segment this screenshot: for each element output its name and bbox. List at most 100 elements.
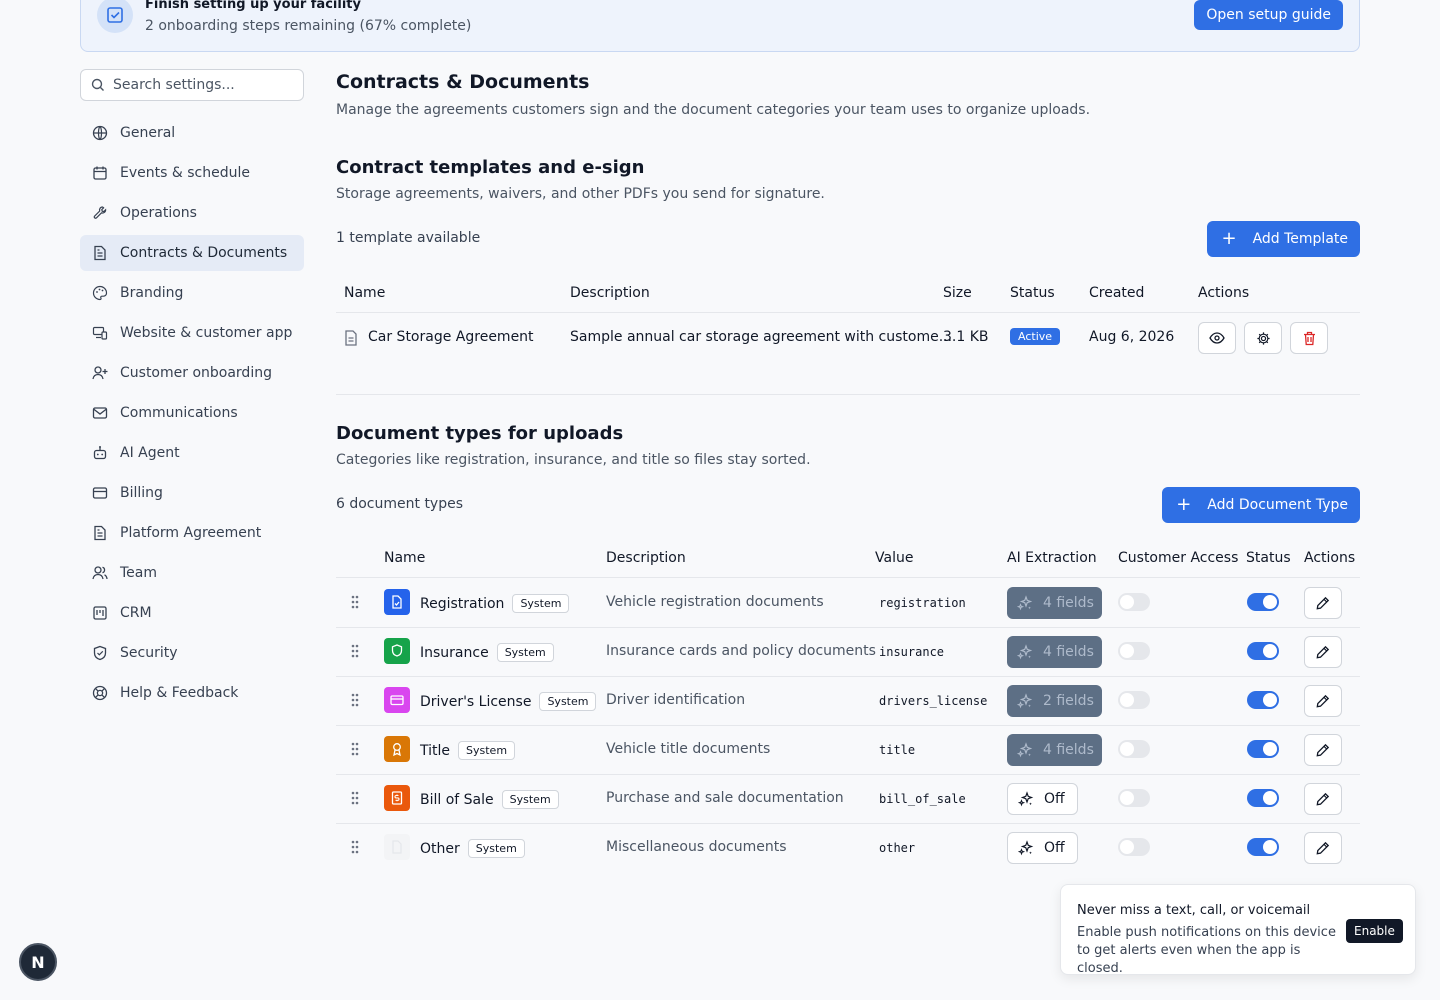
doc-type-value: drivers_license <box>879 694 988 708</box>
pencil-icon <box>1316 645 1330 659</box>
customer-access-toggle[interactable] <box>1118 838 1150 856</box>
sidebar-item-platform-agreement[interactable]: Platform Agreement <box>80 515 304 551</box>
drag-handle-icon[interactable] <box>350 692 360 708</box>
doc-types-table-header: Name Description Value AI Extraction Cus… <box>336 538 1360 578</box>
table-row[interactable]: Bill of Sale System Purchase and sale docu… <box>336 775 1360 824</box>
system-badge: System <box>501 790 559 809</box>
sidebar-item-label: Help & Feedback <box>120 685 239 701</box>
open-setup-guide-button[interactable]: Open setup guide <box>1194 0 1343 30</box>
search-input[interactable] <box>113 77 293 93</box>
edit-other-button[interactable] <box>1304 832 1342 864</box>
sidebar-item-help-and-feedback[interactable]: Help & Feedback <box>80 675 304 711</box>
templates-table-header: Name Description Size Status Created Act… <box>336 273 1360 313</box>
customer-access-toggle[interactable] <box>1118 642 1150 660</box>
table-row[interactable]: Car Storage Agreement Sample annual car … <box>336 313 1360 363</box>
sidebar-item-events-and-schedule[interactable]: Events & schedule <box>80 155 304 191</box>
sidebar-item-security[interactable]: Security <box>80 635 304 671</box>
drag-handle-icon[interactable] <box>350 839 360 855</box>
status-toggle[interactable] <box>1247 838 1279 856</box>
edit-insurance-button[interactable] <box>1304 636 1342 668</box>
table-row[interactable]: Other System Miscellaneous documents other O… <box>336 824 1360 873</box>
edit-drivers-license-button[interactable] <box>1304 685 1342 717</box>
sparkles-icon <box>1018 791 1034 807</box>
doc-type-label: Other <box>420 841 460 857</box>
customer-access-toggle[interactable] <box>1118 691 1150 709</box>
toggle-knob <box>1263 595 1277 609</box>
doc-type-description: Vehicle registration documents <box>606 594 824 610</box>
customer-access-toggle[interactable] <box>1118 593 1150 611</box>
status-toggle[interactable] <box>1247 691 1279 709</box>
system-badge: System <box>512 594 570 613</box>
customer-access-toggle[interactable] <box>1118 789 1150 807</box>
doc-type-value: registration <box>879 596 966 610</box>
column-header: Size <box>943 285 972 301</box>
sparkles-icon <box>1017 595 1033 611</box>
drag-handle-icon[interactable] <box>350 790 360 806</box>
add-document-type-button[interactable]: + Add Document Type <box>1162 487 1360 523</box>
sidebar-item-label: AI Agent <box>120 445 180 461</box>
ai-extraction-button[interactable]: Off <box>1007 832 1078 864</box>
sparkles-icon <box>1017 693 1033 709</box>
pencil-icon <box>1316 694 1330 708</box>
edit-bill-of-sale-button[interactable] <box>1304 783 1342 815</box>
ai-extraction-button[interactable]: 4 fields <box>1007 587 1102 619</box>
sparkles-icon <box>1018 840 1034 856</box>
edit-title-button[interactable] <box>1304 734 1342 766</box>
users-icon <box>92 565 108 581</box>
status-toggle[interactable] <box>1247 740 1279 758</box>
sidebar-item-communications[interactable]: Communications <box>80 395 304 431</box>
lifebuoy-icon <box>92 685 108 701</box>
table-row[interactable]: Registration System Vehicle registration d… <box>336 579 1360 628</box>
status-toggle[interactable] <box>1247 593 1279 611</box>
column-header: Actions <box>1198 285 1250 301</box>
status-badge: Active <box>1010 328 1061 345</box>
drag-handle-icon[interactable] <box>350 594 360 610</box>
mail-icon <box>92 405 108 421</box>
sidebar-item-billing[interactable]: Billing <box>80 475 304 511</box>
wrench-icon <box>92 205 108 221</box>
avatar[interactable]: N <box>19 943 57 981</box>
column-header: Actions <box>1304 550 1356 566</box>
template-settings-button[interactable] <box>1244 322 1282 354</box>
sidebar-item-team[interactable]: Team <box>80 555 304 591</box>
search-icon <box>91 78 105 92</box>
status-toggle[interactable] <box>1247 789 1279 807</box>
column-header: Status <box>1010 285 1055 301</box>
doc-type-name: Registration System <box>420 594 570 613</box>
customer-access-toggle[interactable] <box>1118 740 1150 758</box>
table-row[interactable]: Title System Vehicle title documents title 4… <box>336 726 1360 775</box>
push-notification-toast: Never miss a text, call, or voicemail En… <box>1060 884 1416 976</box>
ai-extraction-button[interactable]: 2 fields <box>1007 685 1102 717</box>
sidebar-item-ai-agent[interactable]: AI Agent <box>80 435 304 471</box>
column-header: Description <box>606 550 686 566</box>
sidebar-item-contracts-and-documents[interactable]: Contracts & Documents <box>80 235 304 271</box>
sidebar-item-branding[interactable]: Branding <box>80 275 304 311</box>
sidebar-item-label: Team <box>120 565 158 581</box>
templates-title: Contract templates and e-sign <box>336 157 645 178</box>
drag-handle-icon[interactable] <box>350 643 360 659</box>
toggle-knob <box>1263 791 1277 805</box>
status-toggle[interactable] <box>1247 642 1279 660</box>
sidebar-item-label: Platform Agreement <box>120 525 262 541</box>
ai-extraction-button[interactable]: 4 fields <box>1007 636 1102 668</box>
enable-notifications-button[interactable]: Enable <box>1346 919 1403 943</box>
preview-button[interactable] <box>1198 322 1236 354</box>
sidebar-item-general[interactable]: General <box>80 115 304 151</box>
ai-extraction-button[interactable]: Off <box>1007 783 1078 815</box>
delete-template-button[interactable] <box>1290 322 1328 354</box>
sidebar-item-website-and-customer-app[interactable]: Website & customer app <box>80 315 304 351</box>
page-subtitle: Manage the agreements customers sign and… <box>336 102 1091 118</box>
edit-registration-button[interactable] <box>1304 587 1342 619</box>
template-size: 3.1 KB <box>943 329 989 345</box>
sidebar-item-crm[interactable]: CRM <box>80 595 304 631</box>
file-icon <box>384 834 410 860</box>
sidebar-item-operations[interactable]: Operations <box>80 195 304 231</box>
table-row[interactable]: Insurance System Insurance cards and polic… <box>336 628 1360 677</box>
system-badge: System <box>539 692 597 711</box>
add-template-button[interactable]: + Add Template <box>1207 221 1360 257</box>
template-description: Sample annual car storage agreement with… <box>570 329 953 345</box>
sidebar-item-customer-onboarding[interactable]: Customer onboarding <box>80 355 304 391</box>
drag-handle-icon[interactable] <box>350 741 360 757</box>
ai-extraction-button[interactable]: 4 fields <box>1007 734 1102 766</box>
table-row[interactable]: Driver's License System Driver identificat… <box>336 677 1360 726</box>
